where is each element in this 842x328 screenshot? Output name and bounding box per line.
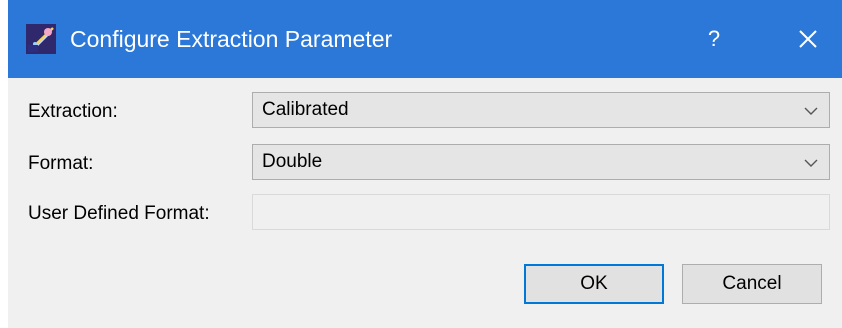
user-defined-format-label: User Defined Format:: [28, 203, 210, 224]
format-select-value: Double: [262, 151, 323, 172]
chevron-down-icon: [803, 103, 819, 119]
chevron-down-icon: [803, 155, 819, 171]
ok-button[interactable]: OK: [524, 264, 664, 304]
app-logo-icon: [26, 24, 56, 54]
extraction-select-value: Calibrated: [262, 99, 349, 120]
extraction-select[interactable]: Calibrated: [252, 92, 830, 128]
close-button[interactable]: [786, 20, 830, 58]
window-title: Configure Extraction Parameter: [70, 26, 393, 52]
user-defined-format-field[interactable]: [252, 194, 830, 230]
configure-extraction-dialog: Configure Extraction Parameter ? Extract…: [8, 0, 842, 328]
format-label: Format:: [28, 153, 94, 174]
extraction-label: Extraction:: [28, 101, 118, 122]
format-select[interactable]: Double: [252, 144, 830, 180]
title-bar[interactable]: Configure Extraction Parameter ?: [8, 0, 842, 78]
help-button[interactable]: ?: [694, 20, 734, 58]
cancel-button[interactable]: Cancel: [682, 264, 822, 304]
close-icon: [799, 30, 817, 48]
